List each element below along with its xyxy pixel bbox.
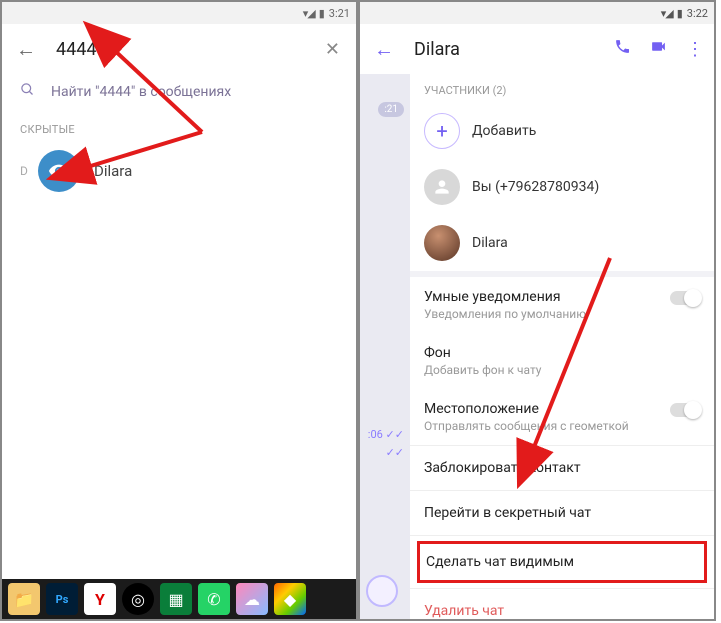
left-screenshot: ▾◢ ▮ 3:21 ← 4444 ✕ Найти "4444" в сообще… [0, 0, 358, 621]
search-in-messages-row[interactable]: Найти "4444" в сообщениях [2, 74, 356, 113]
toggle-switch[interactable] [670, 403, 700, 417]
wifi-icon: ▾◢ [661, 7, 673, 20]
taskbar-cloud-icon[interactable]: ☁ [236, 583, 268, 615]
call-icon[interactable] [614, 38, 631, 60]
desktop-taskbar: 📁 Ps Y ◎ ▦ ✆ ☁ ◆ [2, 579, 356, 619]
chat-info-panel: УЧАСТНИКИ (2) + Добавить Вы (+7962878093… [410, 74, 714, 619]
toggle-switch[interactable] [670, 291, 700, 305]
back-arrow-icon[interactable]: ← [374, 37, 394, 62]
avatar-placeholder-icon [424, 169, 460, 205]
read-ticks-icon: ✓✓ [386, 446, 404, 459]
chat-info-header: ← Dilara ⋮ [360, 24, 714, 74]
search-bar: ← 4444 ✕ [2, 24, 356, 74]
taskbar-sheets-icon[interactable]: ▦ [160, 583, 192, 615]
msg-time-badge: :21 [378, 102, 404, 117]
participant-name: Dilara [472, 235, 508, 251]
participant-row[interactable]: Dilara [410, 215, 714, 271]
right-screenshot: ▾◢ ▮ 3:22 ← Dilara ⋮ :21 :06 ✓✓ ✓✓ [358, 0, 716, 621]
more-icon[interactable]: ⋮ [686, 39, 704, 60]
make-chat-visible-option[interactable]: Сделать чат видимым [418, 542, 706, 582]
chat-title: Dilara [414, 39, 594, 60]
taskbar-folder-icon[interactable]: 📁 [8, 583, 40, 615]
secret-chat-option[interactable]: Перейти в секретный чат [410, 491, 714, 535]
read-ticks-icon: :06 ✓✓ [368, 428, 404, 441]
hidden-contact-row[interactable]: D Dilara [2, 140, 356, 202]
battery-icon: ▮ [319, 7, 325, 20]
hidden-avatar-eye-icon [38, 150, 80, 192]
block-contact-option[interactable]: Заблокировать контакт [410, 446, 714, 490]
status-time: 3:22 [687, 7, 708, 20]
participant-you-row[interactable]: Вы (+79628780934) [410, 159, 714, 215]
taskbar-whatsapp-icon[interactable]: ✆ [198, 583, 230, 615]
participants-header: УЧАСТНИКИ (2) [410, 74, 714, 103]
search-icon [20, 82, 35, 101]
background-option[interactable]: Фон Добавить фон к чату [410, 333, 714, 389]
wifi-icon: ▾◢ [303, 7, 315, 20]
hidden-contact-name: Dilara [94, 162, 132, 180]
search-input[interactable]: 4444 [56, 39, 299, 60]
add-participant-row[interactable]: + Добавить [410, 103, 714, 159]
clear-icon[interactable]: ✕ [319, 39, 346, 60]
taskbar-photoshop-icon[interactable]: Ps [46, 583, 78, 615]
taskbar-yandex-icon[interactable]: Y [84, 583, 116, 615]
back-arrow-icon[interactable]: ← [16, 37, 36, 62]
index-letter: D [20, 164, 30, 178]
chat-background-strip: :21 :06 ✓✓ ✓✓ [360, 74, 410, 619]
taskbar-prism-icon[interactable]: ◆ [274, 583, 306, 615]
search-in-label: Найти "4444" в сообщениях [51, 84, 231, 100]
status-bar: ▾◢ ▮ 3:22 [360, 2, 714, 24]
plus-icon: + [424, 113, 460, 149]
avatar [424, 225, 460, 261]
delete-chat-option[interactable]: Удалить чат [410, 589, 714, 619]
you-label: Вы (+79628780934) [472, 179, 599, 195]
battery-icon: ▮ [677, 7, 683, 20]
location-option[interactable]: Местоположение Отправлять сообщения с ге… [410, 389, 714, 445]
add-label: Добавить [472, 123, 536, 139]
taskbar-opera-icon[interactable]: ◎ [122, 583, 154, 615]
self-avatar [366, 575, 398, 607]
status-time: 3:21 [329, 7, 350, 20]
status-bar: ▾◢ ▮ 3:21 [2, 2, 356, 24]
hidden-section-header: СКРЫТЫЕ [2, 113, 356, 140]
smart-notifications-option[interactable]: Умные уведомления Уведомления по умолчан… [410, 277, 714, 333]
video-icon[interactable] [649, 38, 668, 60]
